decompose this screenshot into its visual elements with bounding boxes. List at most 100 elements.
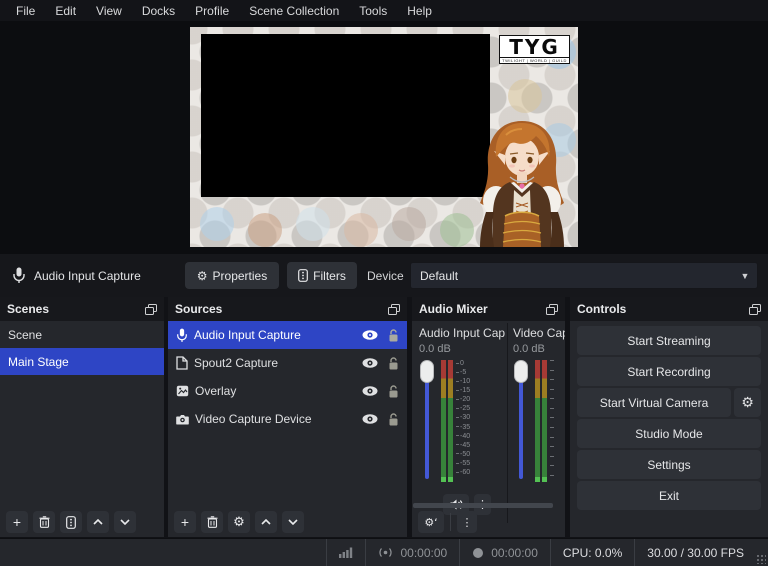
source-label: Overlay <box>195 384 237 398</box>
db-tick: -10 <box>456 378 470 385</box>
remove-scene-button[interactable] <box>33 511 55 533</box>
add-source-button[interactable]: + <box>174 511 196 533</box>
selected-source-label: Audio Input Capture <box>34 269 141 283</box>
cpu-usage: CPU: 0.0% <box>549 539 634 566</box>
unlock-icon[interactable] <box>388 384 399 398</box>
volume-slider-handle[interactable] <box>514 360 528 383</box>
start-streaming-button[interactable]: Start Streaming <box>577 326 761 355</box>
device-select[interactable]: Default ▼ <box>410 262 758 289</box>
virtual-camera-settings-button[interactable]: ⚙ <box>734 388 761 417</box>
image-icon <box>176 385 189 397</box>
tyg-logo-subtitle: TWILIGHT | WORLD | GUILD <box>500 57 569 63</box>
properties-button[interactable]: ⚙ Properties <box>185 262 279 289</box>
menu-profile[interactable]: Profile <box>185 4 239 18</box>
chevron-down-icon: ▼ <box>740 270 750 281</box>
filters-icon <box>66 515 76 529</box>
source-label: Spout2 Capture <box>194 356 279 370</box>
start-virtual-camera-button[interactable]: Start Virtual Camera <box>577 388 731 417</box>
db-tick: -25 <box>456 405 470 412</box>
source-row-icons <box>362 356 399 370</box>
menu-file[interactable]: File <box>6 4 45 18</box>
volume-slider[interactable] <box>419 360 436 482</box>
source-properties-button[interactable]: ⚙ <box>228 511 250 533</box>
resize-grip[interactable] <box>756 554 766 564</box>
menu-tools[interactable]: Tools <box>349 4 397 18</box>
volume-slider-handle[interactable] <box>420 360 434 383</box>
mixer-channel-volume: 0.0 dB <box>513 343 545 355</box>
source-toolbar: Audio Input Capture ⚙ Properties Filters… <box>0 254 768 297</box>
db-tick: -50 <box>456 451 470 458</box>
eye-visible-icon[interactable] <box>362 414 378 424</box>
controls-body: Start Streaming Start Recording Start Vi… <box>570 321 768 510</box>
move-source-up-button[interactable] <box>255 511 277 533</box>
mixer-meter-area: 0 -5 -10 -15 -20 -25 -30 -35 -40 -45 -50… <box>419 360 509 482</box>
source-row-overlay[interactable]: Overlay <box>168 377 407 405</box>
channel-divider <box>507 323 508 523</box>
db-tick: -30 <box>456 414 470 421</box>
popout-icon[interactable] <box>749 303 761 315</box>
double-gear-icon: ⚙ʻ <box>424 515 438 529</box>
game-capture-source[interactable] <box>201 34 490 197</box>
chevron-up-icon <box>261 519 271 525</box>
settings-button[interactable]: Settings <box>577 450 761 479</box>
scene-filters-button[interactable] <box>60 511 82 533</box>
filters-icon <box>298 269 309 282</box>
source-row-icons <box>362 412 399 426</box>
kebab-icon: ⋮ <box>461 515 473 529</box>
popout-icon[interactable] <box>388 303 400 315</box>
add-scene-button[interactable]: + <box>6 511 28 533</box>
connection-status <box>326 539 365 566</box>
controls-header: Controls <box>570 297 768 321</box>
source-row-audio-input-capture[interactable]: Audio Input Capture <box>168 321 407 349</box>
mixer-menu-button[interactable]: ⋮ <box>457 511 477 533</box>
start-recording-button[interactable]: Start Recording <box>577 357 761 386</box>
audio-mixer-header: Audio Mixer <box>412 297 565 321</box>
studio-mode-button[interactable]: Studio Mode <box>577 419 761 448</box>
unlock-icon[interactable] <box>388 328 399 342</box>
mixer-horizontal-scrollbar[interactable] <box>413 503 553 508</box>
menu-view[interactable]: View <box>86 4 132 18</box>
unlock-icon[interactable] <box>388 356 399 370</box>
preview-canvas[interactable]: TYG TWILIGHT | WORLD | GUILD <box>190 27 578 247</box>
filters-button[interactable]: Filters <box>287 262 357 289</box>
unlock-icon[interactable] <box>388 412 399 426</box>
menu-scene-collection[interactable]: Scene Collection <box>239 4 349 18</box>
eye-visible-icon[interactable] <box>362 386 378 396</box>
move-scene-down-button[interactable] <box>114 511 136 533</box>
volume-slider[interactable] <box>513 360 530 482</box>
eye-visible-icon[interactable] <box>362 358 378 368</box>
mixer-channel-name: Audio Input Cap <box>419 326 506 340</box>
audio-mixer-body: Audio Input Cap 0.0 dB 0 -5 -10 -15 -20 <box>412 321 565 537</box>
signal-bars-icon <box>339 547 353 558</box>
eye-visible-icon[interactable] <box>362 330 378 340</box>
collage-avatar <box>392 207 426 241</box>
remove-source-button[interactable] <box>201 511 223 533</box>
filters-button-label: Filters <box>313 268 346 283</box>
scene-item-main-stage[interactable]: Main Stage <box>0 348 164 375</box>
menu-help[interactable]: Help <box>397 4 442 18</box>
audio-mixer-title: Audio Mixer <box>419 302 488 316</box>
collage-avatar <box>248 213 282 247</box>
source-row-spout2-capture[interactable]: Spout2 Capture <box>168 349 407 377</box>
source-row-icons <box>362 328 399 342</box>
db-scale: 0 -5 -10 -15 -20 -25 -30 -35 -40 -45 -50… <box>456 360 470 476</box>
mixer-toolbar: ⚙ʻ ⋮ <box>418 511 477 533</box>
menu-docks[interactable]: Docks <box>132 4 185 18</box>
advanced-audio-properties-button[interactable]: ⚙ʻ <box>418 511 444 533</box>
popout-icon[interactable] <box>145 303 157 315</box>
move-scene-up-button[interactable] <box>87 511 109 533</box>
menu-bar: File Edit View Docks Profile Scene Colle… <box>0 0 768 21</box>
fps-indicator: 30.00 / 30.00 FPS <box>634 539 756 566</box>
tyg-logo: TYG TWILIGHT | WORLD | GUILD <box>499 35 570 64</box>
db-tick: -60 <box>456 469 470 476</box>
source-row-video-capture-device[interactable]: Video Capture Device <box>168 405 407 433</box>
move-source-down-button[interactable] <box>282 511 304 533</box>
popout-icon[interactable] <box>546 303 558 315</box>
sources-header: Sources <box>168 297 407 321</box>
collage-avatar <box>508 79 542 113</box>
exit-button[interactable]: Exit <box>577 481 761 510</box>
menu-edit[interactable]: Edit <box>45 4 86 18</box>
preview-band: TYG TWILIGHT | WORLD | GUILD <box>0 21 768 254</box>
scene-item-scene[interactable]: Scene <box>0 321 164 348</box>
scenes-title: Scenes <box>7 302 50 316</box>
